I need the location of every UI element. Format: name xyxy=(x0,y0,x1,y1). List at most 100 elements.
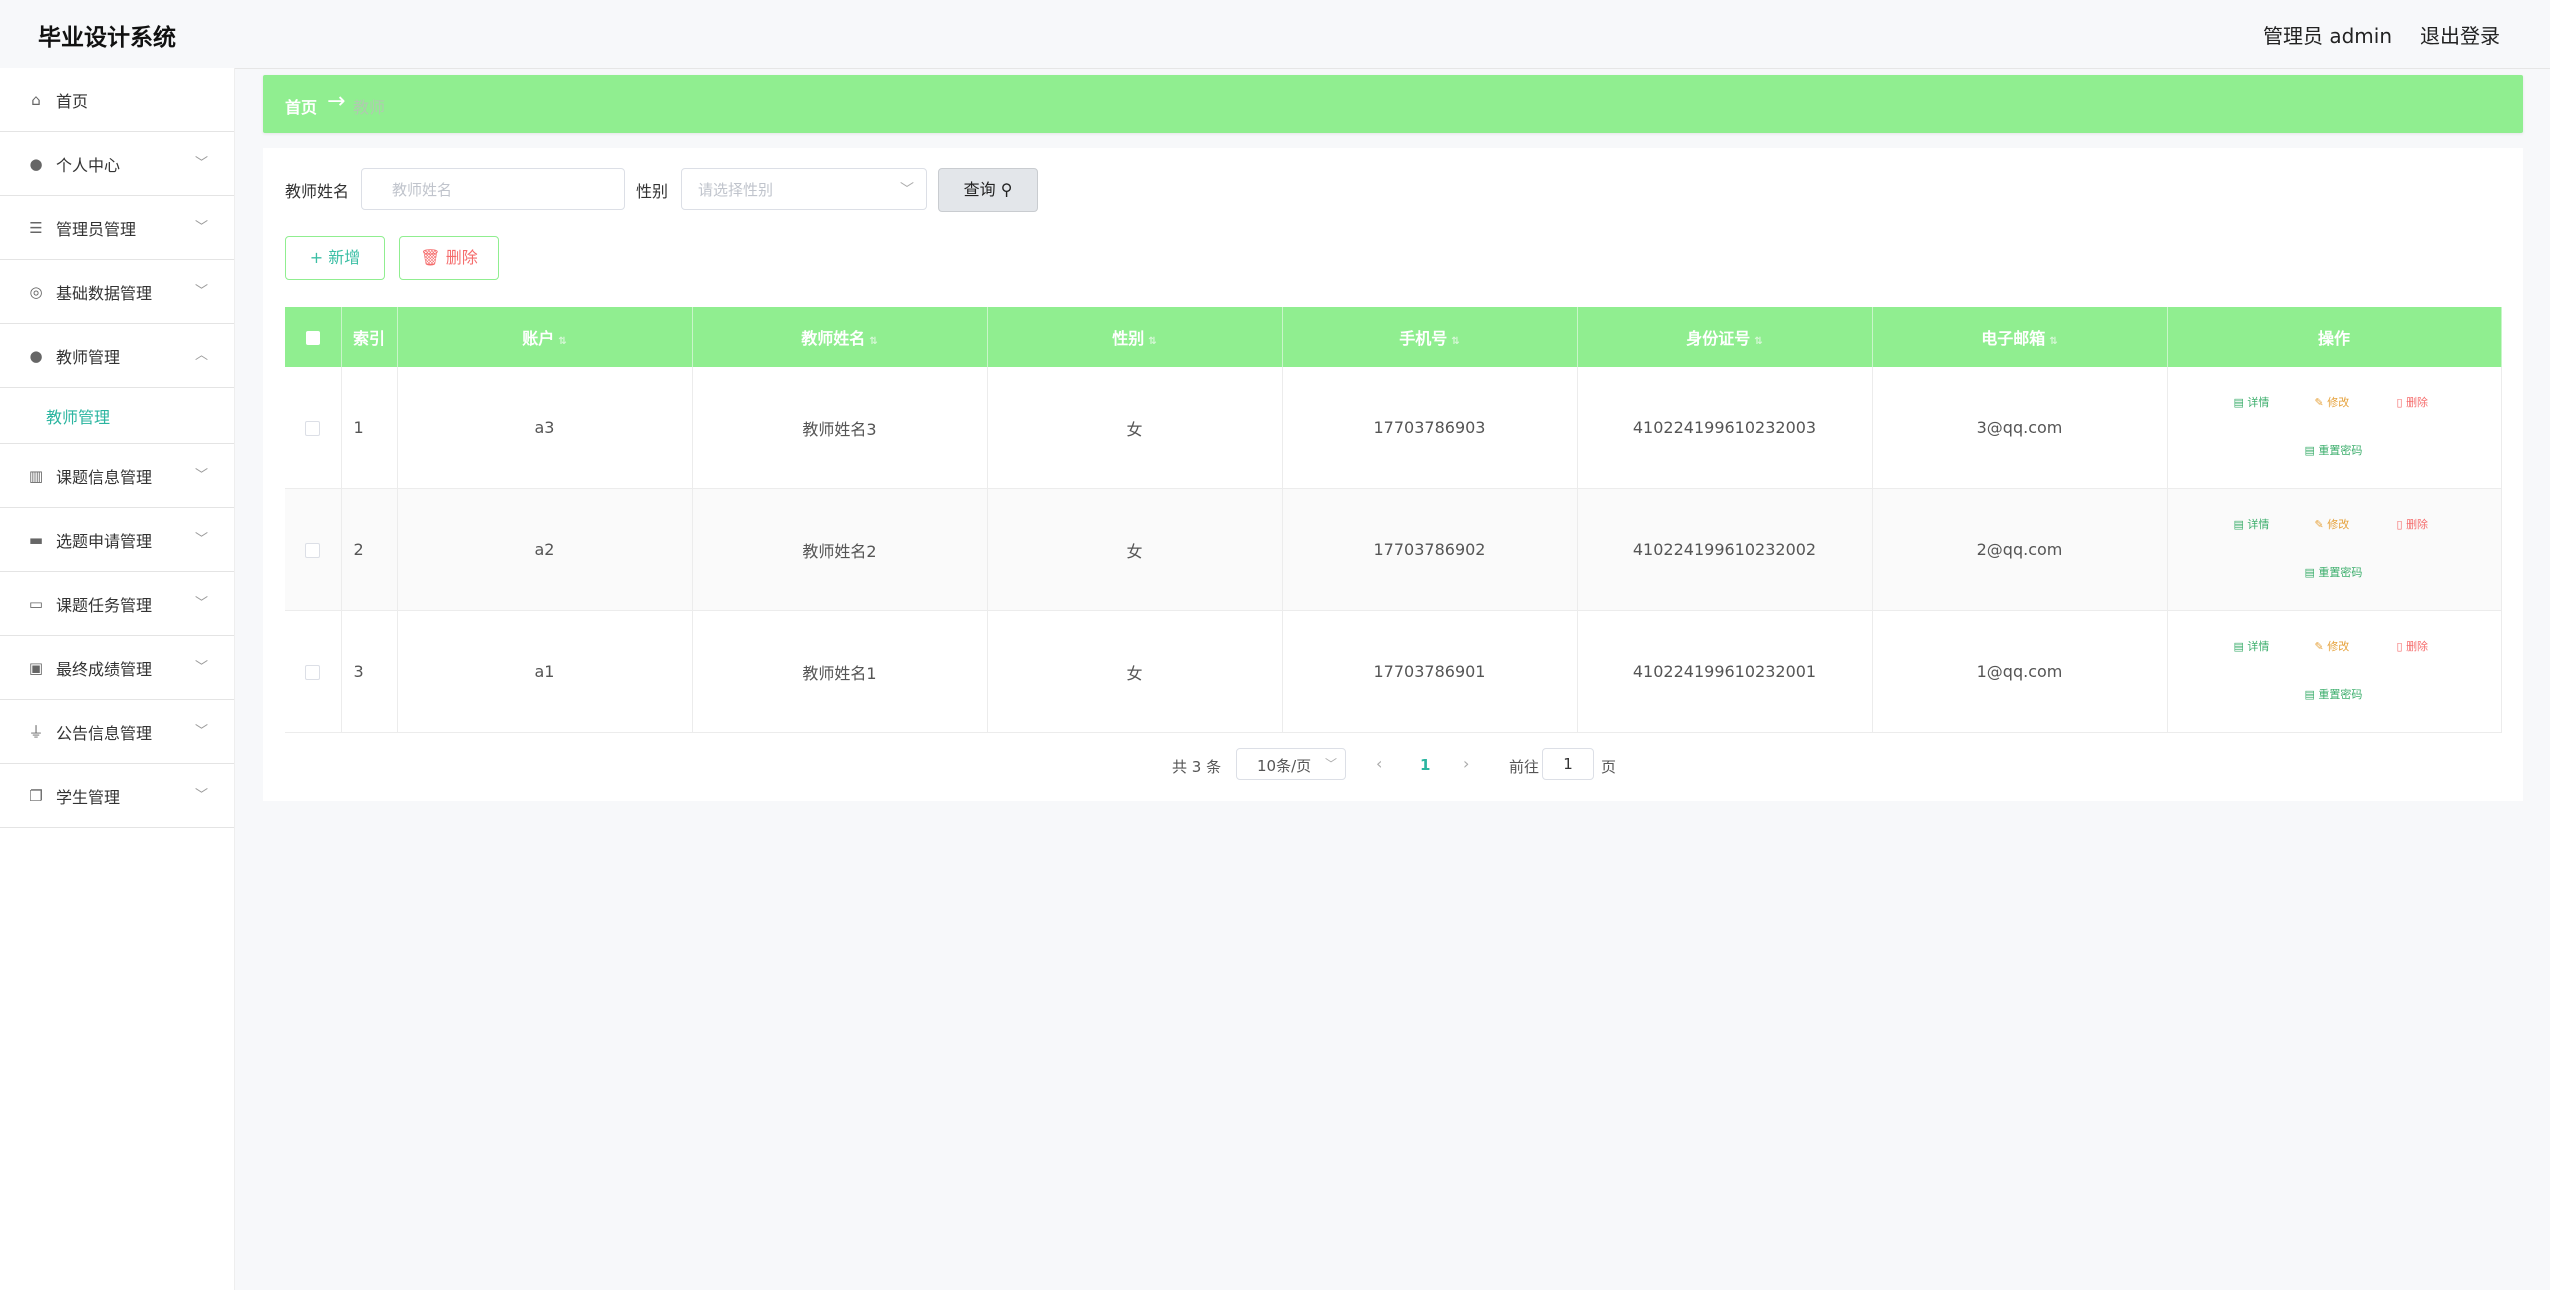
current-user[interactable]: 管理员 admin xyxy=(2263,20,2392,49)
query-button[interactable]: 查询 ⚲ xyxy=(938,168,1038,212)
gender-select[interactable]: 请选择性别 ﹀ xyxy=(681,168,927,210)
sort-icon[interactable]: ⇅ xyxy=(869,336,877,347)
page-size-select[interactable]: 10条/页 ﹀ xyxy=(1236,748,1346,780)
plus-icon: + xyxy=(309,248,324,267)
cell-email: 3@qq.com xyxy=(1872,367,2168,489)
col-phone-label: 手机号 xyxy=(1399,329,1448,348)
remove-button[interactable]: ▯ 删除 xyxy=(2397,638,2429,654)
chevron-down-icon: ﹀ xyxy=(1324,757,1337,771)
sidebar-item-topic-task[interactable]: ▭ 课题任务管理 ﹀ xyxy=(0,572,234,636)
sidebar-item-notice[interactable]: ⏚ 公告信息管理 ﹀ xyxy=(0,700,234,764)
sidebar-item-label: 课题任务管理 xyxy=(56,596,153,615)
col-gender[interactable]: 性别 ⇅ xyxy=(987,307,1283,367)
select-all-checkbox[interactable] xyxy=(305,331,320,345)
select-all-header[interactable] xyxy=(285,307,342,367)
prev-page-icon[interactable]: ‹ xyxy=(1376,754,1382,773)
cell-phone: 17703786901 xyxy=(1282,610,1578,733)
sort-icon[interactable]: ⇅ xyxy=(558,336,566,347)
col-email[interactable]: 电子邮箱 ⇅ xyxy=(1872,307,2168,367)
row-select[interactable] xyxy=(285,610,342,733)
detail-button[interactable]: ▤ 详情 xyxy=(2234,394,2270,410)
sort-icon[interactable]: ⇅ xyxy=(2049,336,2057,347)
user-icon: ● xyxy=(29,155,43,173)
scorecard-icon: ▣ xyxy=(28,659,44,677)
logout-link[interactable]: 退出登录 xyxy=(2420,20,2500,49)
chevron-down-icon: ﹀ xyxy=(194,724,208,739)
cell-ops: ▤ 详情 ✎ 修改 ▯ 删除 ▤ 重置密码 xyxy=(2167,610,2502,733)
pagination-total: 共 3 条 xyxy=(1172,758,1222,776)
table-row: 1 a3 教师姓名3 女 17703786903 410224199610232… xyxy=(285,367,2502,489)
sort-icon[interactable]: ⇅ xyxy=(1148,336,1156,347)
remove-button[interactable]: ▯ 删除 xyxy=(2397,394,2429,410)
add-button-label: 新增 xyxy=(328,248,361,267)
table-header-row: 索引 账户 ⇅ 教师姓名 ⇅ 性别 ⇅ 手机号 ⇅ 身份证号 ⇅ 电子邮箱 ⇅ 操作 xyxy=(285,307,2502,367)
sidebar: ⌂ 首页 ● 个人中心 ﹀ ☰ 管理员管理 ﹀ ◎ 基础数据管理 ﹀ ● 教师管… xyxy=(0,68,235,1290)
goto-page-input[interactable]: 1 xyxy=(1542,748,1594,780)
sidebar-item-label: 首页 xyxy=(56,92,89,111)
sidebar-item-topic-info[interactable]: ▥ 课题信息管理 ﹀ xyxy=(0,444,234,508)
cell-index: 2 xyxy=(341,488,398,611)
detail-button[interactable]: ▤ 详情 xyxy=(2234,516,2270,532)
reset-label: 重置密码 xyxy=(2318,443,2363,457)
edit-button[interactable]: ✎ 修改 xyxy=(2315,638,2350,654)
reset-password-button[interactable]: ▤ 重置密码 xyxy=(2305,686,2363,702)
reset-password-button[interactable]: ▤ 重置密码 xyxy=(2305,564,2363,580)
col-name[interactable]: 教师姓名 ⇅ xyxy=(692,307,988,367)
remove-button[interactable]: ▯ 删除 xyxy=(2397,516,2429,532)
list-icon: ☰ xyxy=(29,219,43,237)
teacher-table: 索引 账户 ⇅ 教师姓名 ⇅ 性别 ⇅ 手机号 ⇅ 身份证号 ⇅ 电子邮箱 ⇅ 操作 1 a… xyxy=(285,307,2502,733)
sidebar-item-student[interactable]: ❐ 学生管理 ﹀ xyxy=(0,764,234,828)
edit-label: 修改 xyxy=(2327,639,2350,653)
sort-icon[interactable]: ⇅ xyxy=(1451,336,1459,347)
delete-button[interactable]: 🗑 删除 xyxy=(399,236,499,280)
cell-id-card: 410224199610232002 xyxy=(1577,488,1873,611)
pencil-icon: ✎ xyxy=(2314,639,2328,653)
chevron-up-icon: ︿ xyxy=(194,348,208,363)
row-checkbox[interactable] xyxy=(305,421,321,436)
edit-button[interactable]: ✎ 修改 xyxy=(2315,394,2350,410)
row-checkbox[interactable] xyxy=(305,543,321,558)
col-index-label: 索引 xyxy=(352,329,385,348)
col-gender-label: 性别 xyxy=(1112,329,1145,348)
sidebar-item-basic-data[interactable]: ◎ 基础数据管理 ﹀ xyxy=(0,260,234,324)
teacher-name-label: 教师姓名 xyxy=(285,182,350,201)
cell-gender: 女 xyxy=(987,610,1283,733)
add-button[interactable]: + 新增 xyxy=(285,236,385,280)
next-page-icon[interactable]: › xyxy=(1463,754,1469,773)
col-phone[interactable]: 手机号 ⇅ xyxy=(1282,307,1578,367)
col-account-label: 账户 xyxy=(522,329,555,348)
document-icon: ▤ xyxy=(2304,687,2319,701)
sidebar-item-admin[interactable]: ☰ 管理员管理 ﹀ xyxy=(0,196,234,260)
row-select[interactable] xyxy=(285,488,342,611)
breadcrumb-arrow-icon: → xyxy=(327,89,346,114)
col-account[interactable]: 账户 ⇅ xyxy=(397,307,693,367)
sort-icon[interactable]: ⇅ xyxy=(1754,336,1762,347)
sidebar-item-profile[interactable]: ● 个人中心 ﹀ xyxy=(0,132,234,196)
document-icon: ▤ xyxy=(2304,565,2319,579)
edit-button[interactable]: ✎ 修改 xyxy=(2315,516,2350,532)
remove-label: 删除 xyxy=(2406,395,2429,409)
pagination: 共 3 条 10条/页 ﹀ ‹ 1 › 前往 1 页 xyxy=(263,748,2523,782)
sidebar-item-label: 课题信息管理 xyxy=(56,468,153,487)
cell-id-card: 410224199610232003 xyxy=(1577,367,1873,489)
trash-icon: 🗑 xyxy=(420,248,441,267)
page-number[interactable]: 1 xyxy=(1420,756,1430,774)
cell-index: 1 xyxy=(341,367,398,489)
breadcrumb-home[interactable]: 首页 xyxy=(285,94,317,118)
cell-account: a1 xyxy=(397,610,693,733)
col-id-card[interactable]: 身份证号 ⇅ xyxy=(1577,307,1873,367)
sidebar-item-final-score[interactable]: ▣ 最终成绩管理 ﹀ xyxy=(0,636,234,700)
sidebar-item-topic-apply[interactable]: ▬ 选题申请管理 ﹀ xyxy=(0,508,234,572)
row-checkbox[interactable] xyxy=(305,665,321,680)
sidebar-subitem-teacher[interactable]: 教师管理 xyxy=(0,388,234,444)
table-row: 2 a2 教师姓名2 女 17703786902 410224199610232… xyxy=(285,488,2502,611)
row-select[interactable] xyxy=(285,367,342,489)
teacher-name-input[interactable]: 教师姓名 xyxy=(361,168,625,210)
sidebar-item-teacher[interactable]: ● 教师管理 ︿ xyxy=(0,324,234,388)
header-actions: 管理员 admin 退出登录 xyxy=(2263,20,2500,49)
pencil-icon: ✎ xyxy=(2314,517,2328,531)
detail-button[interactable]: ▤ 详情 xyxy=(2234,638,2270,654)
sidebar-item-label: 基础数据管理 xyxy=(56,284,153,303)
sidebar-item-home[interactable]: ⌂ 首页 xyxy=(0,68,234,132)
reset-password-button[interactable]: ▤ 重置密码 xyxy=(2305,442,2363,458)
